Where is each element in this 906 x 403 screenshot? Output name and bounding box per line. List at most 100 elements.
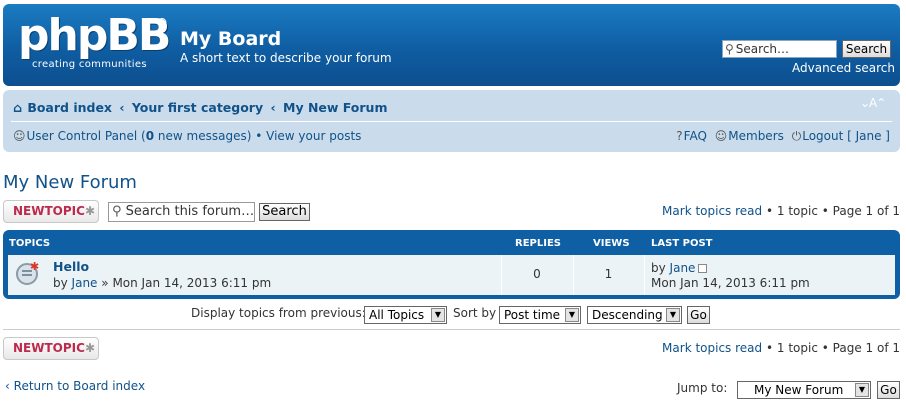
view-latest-post-icon[interactable] xyxy=(698,264,708,273)
new-topic-label: NEWTOPIC xyxy=(13,341,85,355)
logo-wordmark: phpBB xyxy=(18,10,171,61)
sort-by-label: Sort by xyxy=(453,306,497,320)
forum-search-input[interactable]: ⚲ Search this forum… xyxy=(108,202,255,222)
site-title[interactable]: My Board xyxy=(180,28,281,50)
topic-by: by xyxy=(53,276,68,290)
new-messages-count: 0 xyxy=(145,129,155,143)
new-topic-star-icon: ✱ xyxy=(84,341,95,355)
advanced-search-link[interactable]: Advanced search xyxy=(792,61,895,75)
new-messages-label: new messages) xyxy=(154,129,252,143)
header-search-input[interactable]: ⚲ Search… xyxy=(722,40,837,58)
navbar-divider xyxy=(11,121,892,122)
breadcrumb-board-index[interactable]: Board index xyxy=(27,100,112,115)
topic-date: Mon Jan 14, 2013 6:11 pm xyxy=(112,276,272,290)
mark-topics-read-link[interactable]: Mark topics read xyxy=(662,341,762,355)
home-icon: ⌂ xyxy=(13,100,22,115)
forum-search-button[interactable]: Search xyxy=(259,203,310,221)
jump-to-value: My New Forum xyxy=(754,383,844,397)
sort-order-select[interactable]: Descending ▼ xyxy=(587,306,682,324)
topic-views: 1 xyxy=(604,267,613,281)
breadcrumb-separator: ‹ xyxy=(270,100,276,115)
topic-author-link[interactable]: Jane xyxy=(72,276,98,290)
user-nav-left: ☺User Control Panel (0 new messages) • V… xyxy=(13,129,361,143)
last-post-cell: by Jane Mon Jan 14, 2013 6:11 pm xyxy=(651,261,810,291)
last-post-author-link[interactable]: Jane xyxy=(670,261,696,275)
pagination-bullet: • xyxy=(821,341,829,355)
members-link[interactable]: Members xyxy=(728,129,784,143)
page-info: Page 1 of 1 xyxy=(832,341,900,355)
logo-tagline: creating communities xyxy=(32,59,147,70)
search-icon: ⚲ xyxy=(112,204,122,219)
display-topics-value: All Topics xyxy=(369,308,425,322)
header-search-button[interactable]: Search xyxy=(842,40,891,58)
display-go-button[interactable]: Go xyxy=(687,306,710,324)
jump-to-label: Jump to: xyxy=(677,381,728,395)
mark-topics-read-link[interactable]: Mark topics read xyxy=(662,204,762,218)
chevron-left-icon: ‹ xyxy=(5,379,10,393)
chevron-down-icon: ▼ xyxy=(431,308,445,322)
faq-icon: ? xyxy=(676,129,683,143)
ucp-label: User Control Panel ( xyxy=(26,129,146,143)
header-topics: Topics xyxy=(9,238,51,249)
navbar: ⌂ Board index ‹ Your first category ‹ My… xyxy=(3,90,900,152)
header-search-placeholder: Search… xyxy=(735,42,790,56)
site-description: A short text to describe your forum xyxy=(180,51,392,65)
topic-replies: 0 xyxy=(533,267,541,281)
display-topics-label: Display topics from previous: xyxy=(191,306,366,320)
sort-by-value: Post time xyxy=(504,308,561,322)
topic-date-separator: » xyxy=(101,276,109,290)
display-topics-select[interactable]: All Topics ▼ xyxy=(364,306,447,324)
sort-by-select[interactable]: Post time ▼ xyxy=(499,306,581,324)
logo-registered-mark: ® xyxy=(156,16,168,30)
phpbb-logo[interactable]: phpBB ® creating communities xyxy=(18,10,171,74)
user-nav-right: ?FAQ ☺Members ⏻Logout [ Jane ] xyxy=(676,129,890,144)
new-post-star-icon: ✱ xyxy=(30,260,40,273)
breadcrumb-forum[interactable]: My New Forum xyxy=(283,100,388,115)
table-row: ✱ Hello by Jane » Mon Jan 14, 2013 6:11 … xyxy=(8,255,895,295)
chevron-down-icon: ▼ xyxy=(855,383,869,397)
sort-order-value: Descending xyxy=(592,308,663,322)
chevron-down-icon: ▼ xyxy=(666,308,680,322)
pagination-top: Mark topics read • 1 topic • Page 1 of 1 xyxy=(662,204,900,218)
chevron-down-icon: ▼ xyxy=(565,308,579,322)
topic-count: 1 topic xyxy=(776,204,818,218)
user-control-panel-link[interactable]: User Control Panel (0 new messages) xyxy=(27,129,252,143)
new-topic-button-bottom[interactable]: NEWTOPIC✱ xyxy=(3,337,99,360)
return-to-board-link[interactable]: ‹ Return to Board index xyxy=(5,379,145,393)
view-your-posts-link[interactable]: View your posts xyxy=(266,129,361,143)
new-topic-star-icon: ✱ xyxy=(84,204,95,218)
pagination-bullet: • xyxy=(821,204,829,218)
breadcrumb-separator: ‹ xyxy=(119,100,125,115)
topic-unread-icon: ✱ xyxy=(16,260,40,285)
pagination-bullet: • xyxy=(765,341,774,355)
breadcrumb-category[interactable]: Your first category xyxy=(132,100,263,115)
forum-search-placeholder: Search this forum… xyxy=(125,204,255,219)
nav-bullet: • xyxy=(255,129,263,143)
divider xyxy=(3,329,900,330)
header-last-post: Last post xyxy=(651,238,713,249)
page-title[interactable]: My New Forum xyxy=(3,172,137,193)
search-icon: ⚲ xyxy=(725,42,734,56)
logout-link[interactable]: Logout [ Jane ] xyxy=(802,129,890,143)
header-views: Views xyxy=(593,238,630,249)
breadcrumb: ⌂ Board index ‹ Your first category ‹ My… xyxy=(13,100,388,115)
last-post-date: Mon Jan 14, 2013 6:11 pm xyxy=(651,276,810,290)
jump-go-button[interactable]: Go xyxy=(877,381,900,399)
font-size-toggle-icon[interactable]: ⌄A⌃ xyxy=(860,96,886,110)
jump-to-select[interactable]: My New Forum ▼ xyxy=(737,381,871,399)
return-label: Return to Board index xyxy=(13,379,146,393)
topic-meta: by Jane » Mon Jan 14, 2013 6:11 pm xyxy=(53,276,271,290)
topics-table: Topics Replies Views Last post ✱ Hello b… xyxy=(3,230,900,299)
new-topic-label: NEWTOPIC xyxy=(13,204,85,218)
header-replies: Replies xyxy=(515,238,561,249)
topic-title-link[interactable]: Hello xyxy=(53,259,89,274)
new-topic-button[interactable]: NEWTOPIC✱ xyxy=(3,200,99,223)
faq-link[interactable]: FAQ xyxy=(684,129,707,143)
column-separator xyxy=(644,255,645,295)
pagination-bottom: Mark topics read • 1 topic • Page 1 of 1 xyxy=(662,341,900,355)
page-info: Page 1 of 1 xyxy=(832,204,900,218)
site-header: phpBB ® creating communities My Board A … xyxy=(3,4,900,86)
last-post-by: by xyxy=(651,261,666,275)
members-icon: ☺ xyxy=(714,129,728,143)
logout-icon: ⏻ xyxy=(791,129,802,143)
